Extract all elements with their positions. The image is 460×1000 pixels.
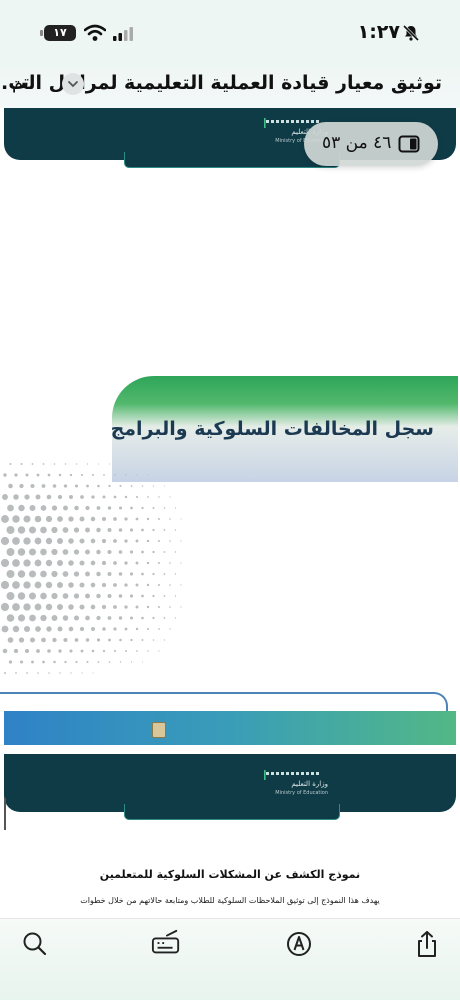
- halftone-dots-decoration: [0, 463, 182, 674]
- logo-name-en: Ministry of Education: [275, 790, 328, 796]
- divider-arc: [0, 692, 448, 712]
- wifi-icon: [84, 24, 106, 41]
- done-button[interactable]: تم: [12, 72, 29, 93]
- second-header-tab: [124, 804, 340, 820]
- logo-mark-icon: [264, 770, 319, 780]
- markup-icon: [151, 929, 180, 954]
- document-heading: نموذج الكشف عن المشكلات السلوكية للمتعلم…: [99, 868, 361, 881]
- side-marker: [4, 798, 6, 830]
- search-button[interactable]: [20, 929, 50, 959]
- ministry-logo-second: وزارة التعليم Ministry of Education: [264, 770, 328, 800]
- document-page[interactable]: وزارة التعليم Ministry of Education ٤٦ م…: [0, 108, 460, 918]
- nav-bar: توثيق معيار قيادة العملية التعليمية لمرا…: [0, 62, 460, 108]
- bell-off-icon: [402, 24, 420, 42]
- search-icon: [23, 932, 47, 956]
- share-icon: [418, 931, 436, 957]
- markup-button[interactable]: [150, 929, 182, 959]
- bottom-toolbar: [0, 918, 460, 1000]
- signal-icon: [113, 27, 133, 41]
- document-body-text: يهدف هذا النموذج إلى توثيق الملاحظات الس…: [80, 896, 380, 905]
- pages-icon: [398, 135, 420, 153]
- title-menu-button[interactable]: [62, 73, 84, 95]
- logo-name: وزارة التعليم: [291, 780, 328, 788]
- gradient-stripe: [4, 711, 456, 745]
- page-counter[interactable]: ٤٦ من ٥٣: [304, 122, 438, 166]
- chevron-down-icon: [68, 81, 78, 88]
- banner-title: سجل المخالفات السلوكية والبرامج العلاجية: [112, 418, 434, 440]
- stamp-icon: [152, 722, 166, 738]
- pen-icon: [287, 932, 311, 956]
- battery-icon: ١٧: [40, 25, 76, 41]
- page-counter-label: ٤٦ من ٥٣: [322, 133, 392, 153]
- status-bar: ١:٢٧ ١٧: [0, 0, 460, 62]
- pen-button[interactable]: [284, 929, 314, 959]
- status-time: ١:٢٧: [357, 21, 400, 43]
- share-button[interactable]: [412, 929, 442, 959]
